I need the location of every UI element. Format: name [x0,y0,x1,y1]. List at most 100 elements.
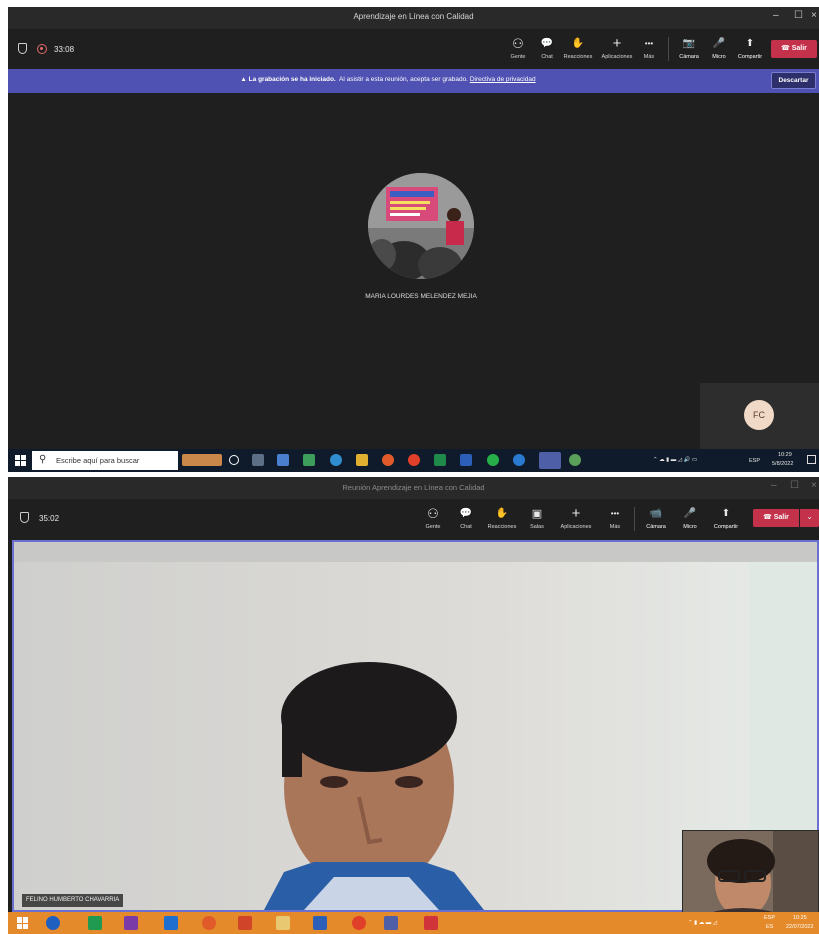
microphone-icon: 🎤 [712,38,726,49]
notifications-icon[interactable] [807,455,816,464]
meeting-stage: MARIA LOURDES MELENDEZ MEJIA FC [8,93,819,449]
teams-meeting-window-video: Reunión Aprendizaje en Línea con Calidad… [8,477,819,934]
more-button[interactable]: ••• Más [638,29,660,69]
search-highlight-icon[interactable] [182,454,222,466]
share-button[interactable]: ⬆ Compartir [708,499,744,539]
window-title: Aprendizaje en Línea con Calidad [353,12,474,21]
shield-icon [20,512,29,523]
windows-taskbar: ⌃ ▮ ☁ ▬ ◿ ESP ES 10:25 22/07/2022 [8,912,819,934]
more-button[interactable]: ••• Más [604,499,626,539]
whatsapp-icon[interactable] [487,454,499,466]
toolbar-divider [634,507,635,531]
close-button[interactable]: × [811,480,817,491]
task-view-icon[interactable] [252,454,264,466]
language-sub-indicator: ES [766,924,774,930]
shield-icon [18,43,27,54]
chat-button[interactable]: 💬 Chat [535,29,559,69]
share-icon: ⬆ [721,508,731,519]
firefox-icon[interactable] [202,916,216,930]
more-icon: ••• [610,509,620,518]
share-icon: ⬆ [745,38,755,49]
outlook-icon[interactable] [164,916,178,930]
people-button[interactable]: ⚇ Gente [505,29,531,69]
camera-icon: 📹 [649,508,663,519]
browser-icon[interactable] [513,454,525,466]
maximize-button[interactable]: ☐ [790,480,799,491]
app-icon[interactable] [424,916,438,930]
minimize-button[interactable]: – [773,10,779,21]
file-explorer-icon[interactable] [277,454,289,466]
meeting-toolbar: 35:02 ⚇ Gente 💬 Chat ✋ Reacciones ▣ Sala… [8,499,819,539]
windows-start-icon[interactable] [15,455,26,466]
close-button[interactable]: × [811,10,817,21]
meeting-timer: 33:08 [54,45,75,54]
self-avatar: FC [744,400,774,430]
rooms-button[interactable]: ▣ Salas [526,499,548,539]
microphone-button[interactable]: 🎤 Micro [708,29,730,69]
leave-options-button[interactable]: ⌄ [800,509,819,527]
notepad-icon[interactable] [276,916,290,930]
self-video-tile[interactable] [682,830,819,914]
recording-message: ▲ La grabación se ha iniciado. Al asisti… [240,76,536,83]
warning-icon: ▲ [240,76,249,83]
tray-icons[interactable]: ⌃ ▮ ☁ ▬ ◿ [688,920,717,926]
word-icon[interactable] [460,454,472,466]
cortana-icon[interactable] [229,455,239,465]
powerpoint-icon[interactable] [238,916,252,930]
minimize-button[interactable]: – [771,480,777,491]
clock-date: 22/07/2022 [786,924,814,930]
clock-date: 5/8/2022 [772,461,794,467]
chat-button[interactable]: 💬 Chat [454,499,478,539]
participant-avatar-photo [368,173,474,279]
app-icon[interactable] [569,454,581,466]
people-icon: ⚇ [512,36,524,51]
windows-start-icon[interactable] [17,917,29,929]
edge-icon[interactable] [330,454,342,466]
privacy-policy-link[interactable]: Directiva de privacidad [470,76,536,83]
meeting-toolbar: 33:08 ⚇ Gente 💬 Chat ✋ Reacciones + Apli… [8,29,819,69]
camera-button[interactable]: 📹 Cámara [642,499,670,539]
leave-button[interactable]: ☎ Salir [753,509,799,527]
clock-time: 10:29 [778,452,792,458]
language-indicator[interactable]: ESP [749,458,760,464]
teams-icon[interactable] [384,916,398,930]
window-titlebar: Aprendizaje en Línea con Calidad – ☐ × [8,7,819,29]
excel-icon[interactable] [434,454,446,466]
onenote-icon[interactable] [124,916,138,930]
reactions-icon: ✋ [495,508,509,519]
rooms-icon: ▣ [531,508,543,520]
store-icon[interactable] [303,454,315,466]
folder-icon[interactable] [356,454,368,466]
people-button[interactable]: ⚇ Gente [420,499,446,539]
word-icon[interactable] [313,916,327,930]
teams-icon[interactable] [539,452,561,469]
leave-button[interactable]: ☎ Salir [771,40,817,58]
reactions-button[interactable]: ✋ Reacciones [484,499,520,539]
chrome-icon[interactable] [352,916,366,930]
window-titlebar: Reunión Aprendizaje en Línea con Calidad… [8,477,819,499]
reactions-button[interactable]: ✋ Reacciones [561,29,595,69]
app-icon[interactable] [88,916,102,930]
more-icon: ••• [644,39,654,48]
apps-button[interactable]: + Aplicaciones [554,499,598,539]
internet-explorer-icon[interactable] [46,916,60,930]
chat-icon: 💬 [540,38,554,49]
taskbar-search-box[interactable]: ⚲ Escribe aquí para buscar [32,451,178,470]
dismiss-button[interactable]: Descartar [771,72,816,89]
camera-button[interactable]: 📷 Cámara [676,29,702,69]
self-video-tile[interactable]: FC [700,383,819,449]
window-title: Reunión Aprendizaje en Línea con Calidad [342,483,485,492]
toolbar-divider [668,37,669,61]
tray-icons[interactable]: ⌃ ☁ ▮ ▬ ◿ 🔊 ▭ [653,457,697,463]
microphone-button[interactable]: 🎤 Micro [678,499,702,539]
share-button[interactable]: ⬆ Compartir [734,29,766,69]
participant-name: MARIA LOURDES MELENDEZ MEJIA [365,293,477,300]
people-icon: ⚇ [427,506,439,521]
firefox-icon[interactable] [408,454,420,466]
microphone-icon: 🎤 [683,508,697,519]
chrome-icon[interactable] [382,454,394,466]
maximize-button[interactable]: ☐ [794,10,803,21]
apps-button[interactable]: + Aplicaciones [598,29,636,69]
language-indicator[interactable]: ESP [764,915,775,921]
apps-icon: + [612,35,622,52]
